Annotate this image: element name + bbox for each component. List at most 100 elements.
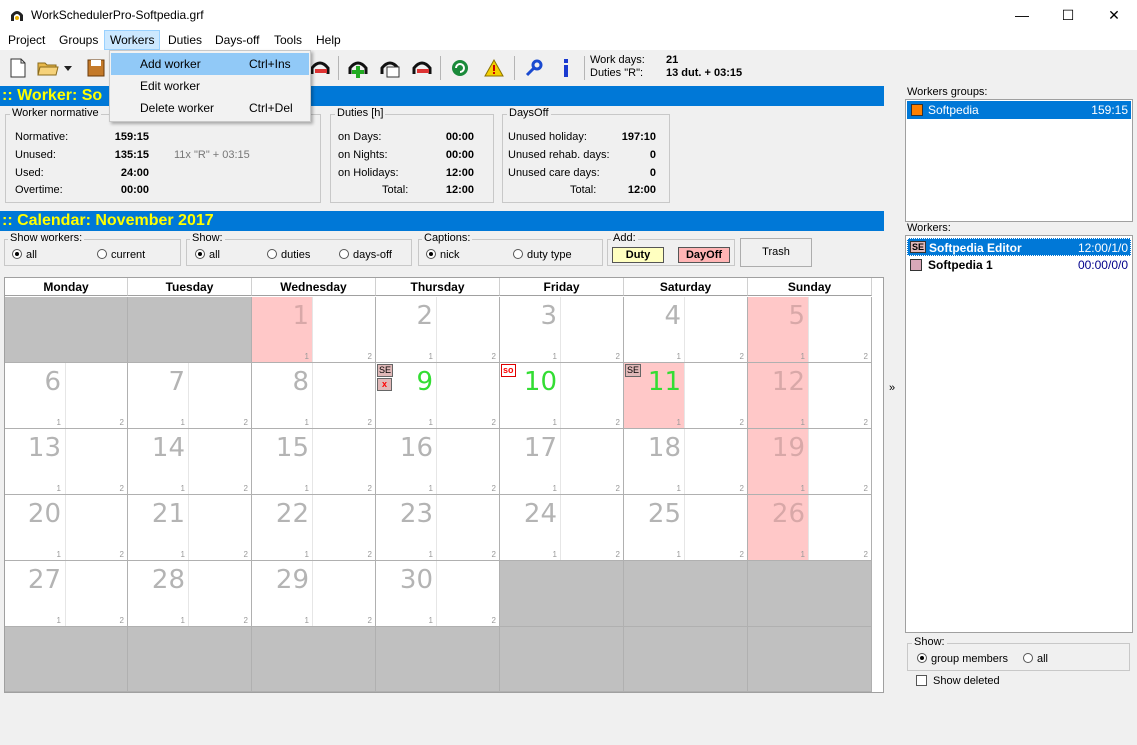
calendar-day-29[interactable]: 29 1 2 [252, 561, 376, 627]
calendar-day-8[interactable]: 812 [252, 363, 376, 429]
duty-tag-se[interactable]: SE [377, 364, 394, 377]
group-title: Captions: [422, 232, 473, 244]
open-folder-icon[interactable] [36, 56, 60, 80]
show-days-off-radio[interactable]: days-off [339, 249, 392, 261]
calendar-day-20[interactable]: 20 1 2 [5, 495, 128, 561]
calendar-day-28[interactable]: 28 1 2 [128, 561, 252, 627]
minimize-button[interactable]: — [999, 0, 1045, 30]
captions-duty-type-radio[interactable]: duty type [513, 249, 572, 261]
calendar-day-1[interactable]: 112 [252, 297, 376, 363]
on-holidays-label: on Holidays: [338, 167, 399, 179]
worker-row-softpedia-editor[interactable]: SE Softpedia Editor 12:00/1/0 [907, 238, 1131, 256]
duties-total-label: Total: [382, 184, 409, 196]
duty-tag-so[interactable]: so [501, 364, 516, 377]
calendar-day-30[interactable]: 30 1 2 [376, 561, 500, 627]
calendar-day-5[interactable]: 512 [748, 297, 872, 363]
calendar-day-9[interactable]: SE x 9 1 2 [376, 363, 500, 429]
menu-help[interactable]: Help [311, 30, 346, 50]
calendar-day-26[interactable]: 26 1 2 [748, 495, 872, 561]
settings-wrench-icon[interactable] [522, 56, 546, 80]
add-worker-menu-item[interactable]: Add worker Ctrl+Ins [111, 53, 309, 75]
remove-worker-icon[interactable] [308, 56, 332, 80]
show-all-radio[interactable]: all [195, 249, 220, 261]
calendar-empty-cell [5, 627, 128, 692]
show-workers-all-radio[interactable]: all [12, 249, 37, 261]
warning-icon[interactable] [482, 56, 506, 80]
group-row-softpedia[interactable]: Softpedia 159:15 [907, 101, 1131, 119]
calendar-day-21[interactable]: 21 1 2 [128, 495, 252, 561]
menu-project[interactable]: Project [3, 30, 50, 50]
group-title: DaysOff [507, 107, 551, 119]
calendar-day-13[interactable]: 13 1 2 [5, 429, 128, 495]
captions-nick-radio[interactable]: nick [426, 249, 460, 261]
group-title: Show: [190, 232, 225, 244]
add-duty-icon[interactable] [346, 56, 370, 80]
calendar-day-24[interactable]: 24 1 2 [500, 495, 624, 561]
on-holidays-value: 12:00 [445, 167, 474, 179]
worker-row-softpedia-1[interactable]: Softpedia 1 00:00/0/0 [907, 256, 1131, 274]
menu-duties[interactable]: Duties [163, 30, 207, 50]
show-duties-radio[interactable]: duties [267, 249, 310, 261]
calendar-day-6[interactable]: 612 [5, 363, 128, 429]
unused-holiday-label: Unused holiday: [508, 131, 587, 143]
calendar-duty-icon[interactable] [378, 56, 402, 80]
calendar-empty-cell [748, 627, 872, 692]
overtime-label: Overtime: [15, 184, 63, 196]
duty-tag-se[interactable]: SE [625, 364, 642, 377]
panel-splitter-arrow[interactable]: » [889, 382, 895, 394]
calendar-day-10[interactable]: so 10 1 2 [500, 363, 624, 429]
close-button[interactable]: ✕ [1091, 0, 1137, 30]
show-deleted-checkbox[interactable]: Show deleted [916, 675, 1000, 687]
info-icon[interactable] [554, 56, 578, 80]
unused-rehab-label: Unused rehab. days: [508, 149, 610, 161]
app-icon [9, 7, 25, 23]
calendar-day-16[interactable]: 16 1 2 [376, 429, 500, 495]
chevron-down-icon[interactable] [62, 56, 74, 80]
add-duty-button[interactable]: Duty [612, 247, 664, 263]
show-all-members-radio[interactable]: all [1023, 653, 1048, 665]
refresh-icon[interactable] [448, 56, 472, 80]
maximize-button[interactable]: ☐ [1045, 0, 1091, 30]
calendar-empty-cell [500, 561, 624, 627]
weekday-monday: Monday [5, 278, 128, 296]
duty-tag-x[interactable]: x [377, 378, 392, 391]
weekday-friday: Friday [500, 278, 624, 296]
add-dayoff-button[interactable]: DayOff [678, 247, 730, 263]
calendar-day-3[interactable]: 312 [500, 297, 624, 363]
group-title: Show workers: [8, 232, 85, 244]
trash-button[interactable]: Trash [740, 238, 812, 267]
calendar-day-2[interactable]: 212 [376, 297, 500, 363]
calendar-day-7[interactable]: 712 [128, 363, 252, 429]
show-workers-current-radio[interactable]: current [97, 249, 145, 261]
calendar-day-11[interactable]: SE 11 1 2 [624, 363, 748, 429]
calendar-day-14[interactable]: 14 1 2 [128, 429, 252, 495]
calendar-day-27[interactable]: 27 1 2 [5, 561, 128, 627]
unused-care-label: Unused care days: [508, 167, 600, 179]
calendar-day-12[interactable]: 12 1 2 [748, 363, 872, 429]
calendar-day-22[interactable]: 22 1 2 [252, 495, 376, 561]
menu-groups[interactable]: Groups [54, 30, 103, 50]
new-file-icon[interactable] [6, 56, 30, 80]
edit-worker-menu-item[interactable]: Edit worker [111, 75, 309, 97]
menu-workers[interactable]: Workers [104, 30, 161, 50]
group-title: Worker normative [10, 107, 101, 119]
calendar-day-25[interactable]: 25 1 2 [624, 495, 748, 561]
duties-group: Duties [h] on Days: 00:00 on Nights: 00:00… [330, 107, 494, 203]
calendar-empty-cell [624, 627, 748, 692]
workers-groups-list[interactable]: Softpedia 159:15 [905, 99, 1133, 222]
calendar-day-15[interactable]: 15 1 2 [252, 429, 376, 495]
menu-tools[interactable]: Tools [269, 30, 307, 50]
workers-label: Workers: [907, 222, 951, 234]
calendar-day-18[interactable]: 18 1 2 [624, 429, 748, 495]
unused-holiday-value: 197:10 [621, 131, 656, 143]
delete-worker-menu-item[interactable]: Delete worker Ctrl+Del [111, 97, 309, 119]
calendar-day-4[interactable]: 412 [624, 297, 748, 363]
show-group-members-radio[interactable]: group members [917, 653, 1008, 665]
workers-list[interactable]: SE Softpedia Editor 12:00/1/0 Softpedia … [905, 235, 1133, 633]
remove-duty-icon[interactable] [410, 56, 434, 80]
calendar-day-17[interactable]: 17 1 2 [500, 429, 624, 495]
menu-days-off[interactable]: Days-off [210, 30, 264, 50]
calendar-day-19[interactable]: 19 1 2 [748, 429, 872, 495]
calendar-day-23[interactable]: 23 1 2 [376, 495, 500, 561]
save-icon[interactable] [84, 56, 108, 80]
